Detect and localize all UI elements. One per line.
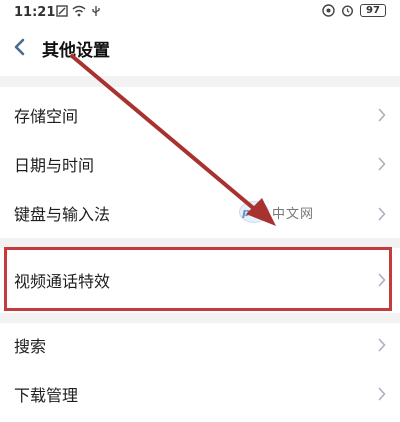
alarm-icon (341, 5, 354, 17)
settings-item-downloads[interactable]: 下载管理 (0, 372, 400, 422)
chevron-right-icon (378, 387, 386, 401)
watermark: php 中文网 (239, 201, 314, 223)
chevron-left-icon[interactable] (10, 35, 30, 59)
highlight-box (4, 247, 392, 311)
settings-item-label: 键盘与输入法 (14, 205, 111, 224)
settings-item-search[interactable]: 搜索 (0, 323, 400, 371)
section-divider (0, 76, 400, 87)
chevron-right-icon (378, 108, 386, 122)
status-bar: 11:21 97 (0, 0, 400, 26)
settings-item-storage[interactable]: 存储空间 (0, 91, 400, 139)
no-sim-icon (56, 5, 68, 17)
status-right-icons: 97 (322, 4, 386, 17)
header: 其他设置 (0, 26, 400, 72)
settings-item-label: 下载管理 (14, 386, 79, 405)
chevron-right-icon (378, 338, 386, 352)
usb-icon (92, 6, 100, 16)
settings-item-label: 日期与时间 (14, 156, 95, 175)
section-gap (0, 313, 400, 323)
battery-level: 97 (360, 4, 386, 17)
nfc-icon (322, 4, 335, 17)
wifi-icon (72, 5, 86, 17)
page-title: 其他设置 (42, 41, 110, 61)
status-left-icons (56, 5, 102, 17)
chevron-right-icon (378, 157, 386, 171)
settings-item-label: 存储空间 (14, 107, 79, 126)
watermark-text: 中文网 (272, 206, 315, 222)
chevron-right-icon (378, 207, 386, 221)
watermark-logo: php (239, 201, 269, 223)
settings-item-date-time[interactable]: 日期与时间 (0, 139, 400, 187)
status-time: 11:21 (14, 5, 56, 20)
settings-item-label: 搜索 (14, 337, 47, 356)
settings-item-keyboard[interactable]: 键盘与输入法 (0, 188, 400, 236)
